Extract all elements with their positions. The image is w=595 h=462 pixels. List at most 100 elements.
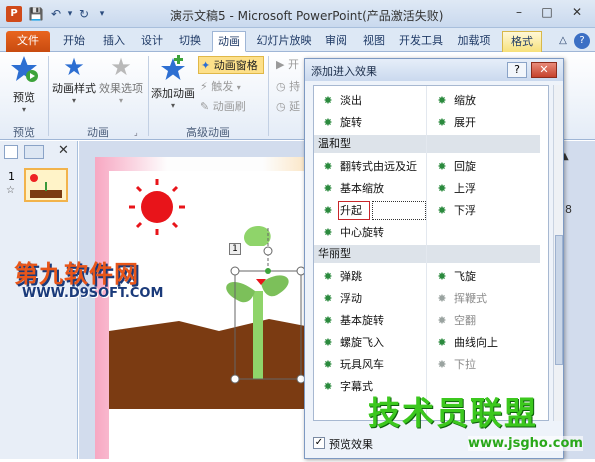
window-close-button[interactable]: ✕ xyxy=(566,3,588,21)
dialog-title-bar: 添加进入效果 ? ✕ xyxy=(305,59,563,81)
tab-review[interactable]: 审阅 xyxy=(320,31,352,52)
effect-star-icon: ✸ xyxy=(437,204,447,217)
animation-order-tag[interactable]: 1 xyxy=(229,243,241,255)
effect-curve-up[interactable]: ✸ 曲线向上 xyxy=(434,332,542,353)
customize-quick-access-icon[interactable]: ▾ xyxy=(94,6,110,22)
animation-painter-button[interactable]: ✎ 动画刷 xyxy=(200,98,246,116)
maximize-button[interactable]: □ xyxy=(536,3,558,21)
animation-star-icon: ★ xyxy=(63,53,85,81)
effect-star-icon: ✸ xyxy=(323,292,333,305)
effect-pinwheel[interactable]: ✸ 玩具风车 xyxy=(320,354,428,375)
effect-float[interactable]: ✸ 浮动 xyxy=(320,288,428,309)
effect-star-icon: ✸ xyxy=(323,314,333,327)
trigger-button[interactable]: ⚡ 触发 ▾ xyxy=(200,78,241,96)
effect-float-down[interactable]: ✸ 下浮 xyxy=(434,200,542,221)
animation-styles-button[interactable]: ★ 动画样式 ▾ xyxy=(50,54,98,105)
effect-star-icon: ✸ xyxy=(323,94,333,107)
effects-scrollbar[interactable] xyxy=(553,85,563,421)
powerpoint-app-icon[interactable]: P xyxy=(6,6,22,22)
selected-effect-highlight xyxy=(338,201,370,220)
save-icon[interactable]: 💾 xyxy=(28,6,44,22)
slide-number: 1 xyxy=(8,170,15,183)
tab-transitions[interactable]: 切换 xyxy=(174,31,206,52)
tab-developer[interactable]: 开发工具 xyxy=(396,31,446,52)
effect-star-icon: ✸ xyxy=(437,270,447,283)
effect-star-icon: ✸ xyxy=(323,336,333,349)
effect-flip-zoom[interactable]: ✸ 翻转式由远及近 xyxy=(320,156,428,177)
effect-options-button[interactable]: ★ 效果选项 ▾ xyxy=(98,54,144,105)
effect-star-icon: ✸ xyxy=(323,270,333,283)
animation-styles-label: 动画样式 xyxy=(52,82,96,95)
effect-basic-spin[interactable]: ✸ 基本旋转 xyxy=(320,310,428,331)
tab-view[interactable]: 视图 xyxy=(358,31,390,52)
effect-expand[interactable]: ✸ 展开 xyxy=(434,112,542,133)
effect-bounce[interactable]: ✸ 弹跳 xyxy=(320,266,428,287)
animation-group-label: 动画 xyxy=(87,126,109,139)
effect-star-icon: ✸ xyxy=(323,358,333,371)
group-divider xyxy=(48,56,49,136)
effect-star-icon: ✸ xyxy=(437,336,447,349)
effect-zoom[interactable]: ✸ 缩放 xyxy=(434,90,542,111)
scrollbar-thumb[interactable] xyxy=(555,235,563,365)
add-animation-label: 添加动画 xyxy=(151,87,195,100)
help-icon[interactable]: ? xyxy=(574,33,590,49)
animation-painter-label: 动画刷 xyxy=(212,100,246,113)
dialog-close-button[interactable]: ✕ xyxy=(531,62,557,78)
slide-thumbnail[interactable] xyxy=(24,168,68,202)
outline-tab-icon[interactable] xyxy=(24,145,44,159)
tab-addins[interactable]: 加载项 xyxy=(452,31,496,52)
watermark-url-right: www.jsgho.com xyxy=(468,436,583,451)
slides-tab-icon[interactable] xyxy=(4,145,18,159)
slide-canvas[interactable]: 1 xyxy=(95,157,335,459)
effect-drop[interactable]: ✸ 下拉 xyxy=(434,354,542,375)
selection-handle[interactable] xyxy=(230,266,240,276)
window-title: 演示文稿5 - Microsoft PowerPoint(产品激活失败) xyxy=(170,9,444,23)
duration-label: ◷ 持 xyxy=(276,80,301,93)
animation-star-indicator-icon: ☆ xyxy=(6,185,15,196)
animation-pane-button[interactable]: ✦ 动画窗格 xyxy=(198,56,264,74)
effect-star-icon: ✸ xyxy=(323,380,333,393)
column-divider xyxy=(426,86,427,420)
effect-star-icon: ✸ xyxy=(437,160,447,173)
effect-spin[interactable]: ✸ 旋转 xyxy=(320,112,428,133)
tab-home[interactable]: 开始 xyxy=(58,31,90,52)
add-animation-star-icon xyxy=(161,55,185,80)
effect-star-icon: ✸ xyxy=(437,358,447,371)
selection-handle[interactable] xyxy=(230,374,240,384)
tab-insert[interactable]: 插入 xyxy=(98,31,130,52)
close-panel-icon[interactable]: ✕ xyxy=(58,143,69,158)
effect-float-up[interactable]: ✸ 上浮 xyxy=(434,178,542,199)
preview-group-label: 预览 xyxy=(13,126,35,139)
selection-handle[interactable] xyxy=(263,246,273,256)
minimize-button[interactable]: – xyxy=(508,3,530,21)
effect-pinwheel-fly[interactable]: ✸ 飞旋 xyxy=(434,266,542,287)
effect-star-icon: ✸ xyxy=(323,204,333,217)
start-label: ▶ 开 xyxy=(276,58,299,71)
collapse-ribbon-icon[interactable]: △ xyxy=(556,31,570,52)
effect-swivel[interactable]: ✸ 回旋 xyxy=(434,156,542,177)
tab-file[interactable]: 文件 xyxy=(6,31,50,52)
rotation-handle[interactable] xyxy=(265,268,271,274)
tab-animations[interactable]: 动画 xyxy=(212,31,246,52)
sun-shape xyxy=(129,179,185,235)
focus-outline xyxy=(372,201,426,220)
dialog-help-button[interactable]: ? xyxy=(507,62,527,78)
dialog-title: 添加进入效果 xyxy=(311,65,377,78)
tab-slideshow[interactable]: 幻灯片放映 xyxy=(254,31,314,52)
add-animation-button[interactable]: 添加动画 ▾ xyxy=(150,54,196,110)
effect-whip[interactable]: ✸ 挥鞭式 xyxy=(434,288,542,309)
effect-center-revolve[interactable]: ✸ 中心旋转 xyxy=(320,222,428,243)
tab-format[interactable]: 格式 xyxy=(502,31,542,52)
preview-effect-checkbox[interactable]: ✓ xyxy=(313,437,325,449)
effect-spiral-in[interactable]: ✸ 螺旋飞入 xyxy=(320,332,428,353)
preview-button[interactable]: 预览 ▾ xyxy=(4,54,44,114)
effect-flip[interactable]: ✸ 空翻 xyxy=(434,310,542,331)
tab-design[interactable]: 设计 xyxy=(136,31,168,52)
effects-list: ✸ 淡出 ✸ 缩放 ✸ 旋转 ✸ 展开 温和型 ✸ 翻转式由远及近 ✸ 回旋 ✸ 基本缩放 ✸… xyxy=(313,85,549,421)
effect-fade[interactable]: ✸ 淡出 xyxy=(320,90,428,111)
dialog-launcher-icon[interactable]: ⌟ xyxy=(134,124,138,142)
effect-basic-zoom[interactable]: ✸ 基本缩放 xyxy=(320,178,428,199)
redo-icon[interactable]: ↻ xyxy=(76,6,92,22)
effect-star-icon: ✸ xyxy=(323,116,333,129)
ribbon-tabs: 文件 开始 插入 设计 切换 动画 幻灯片放映 审阅 视图 开发工具 加载项 格… xyxy=(0,28,595,52)
